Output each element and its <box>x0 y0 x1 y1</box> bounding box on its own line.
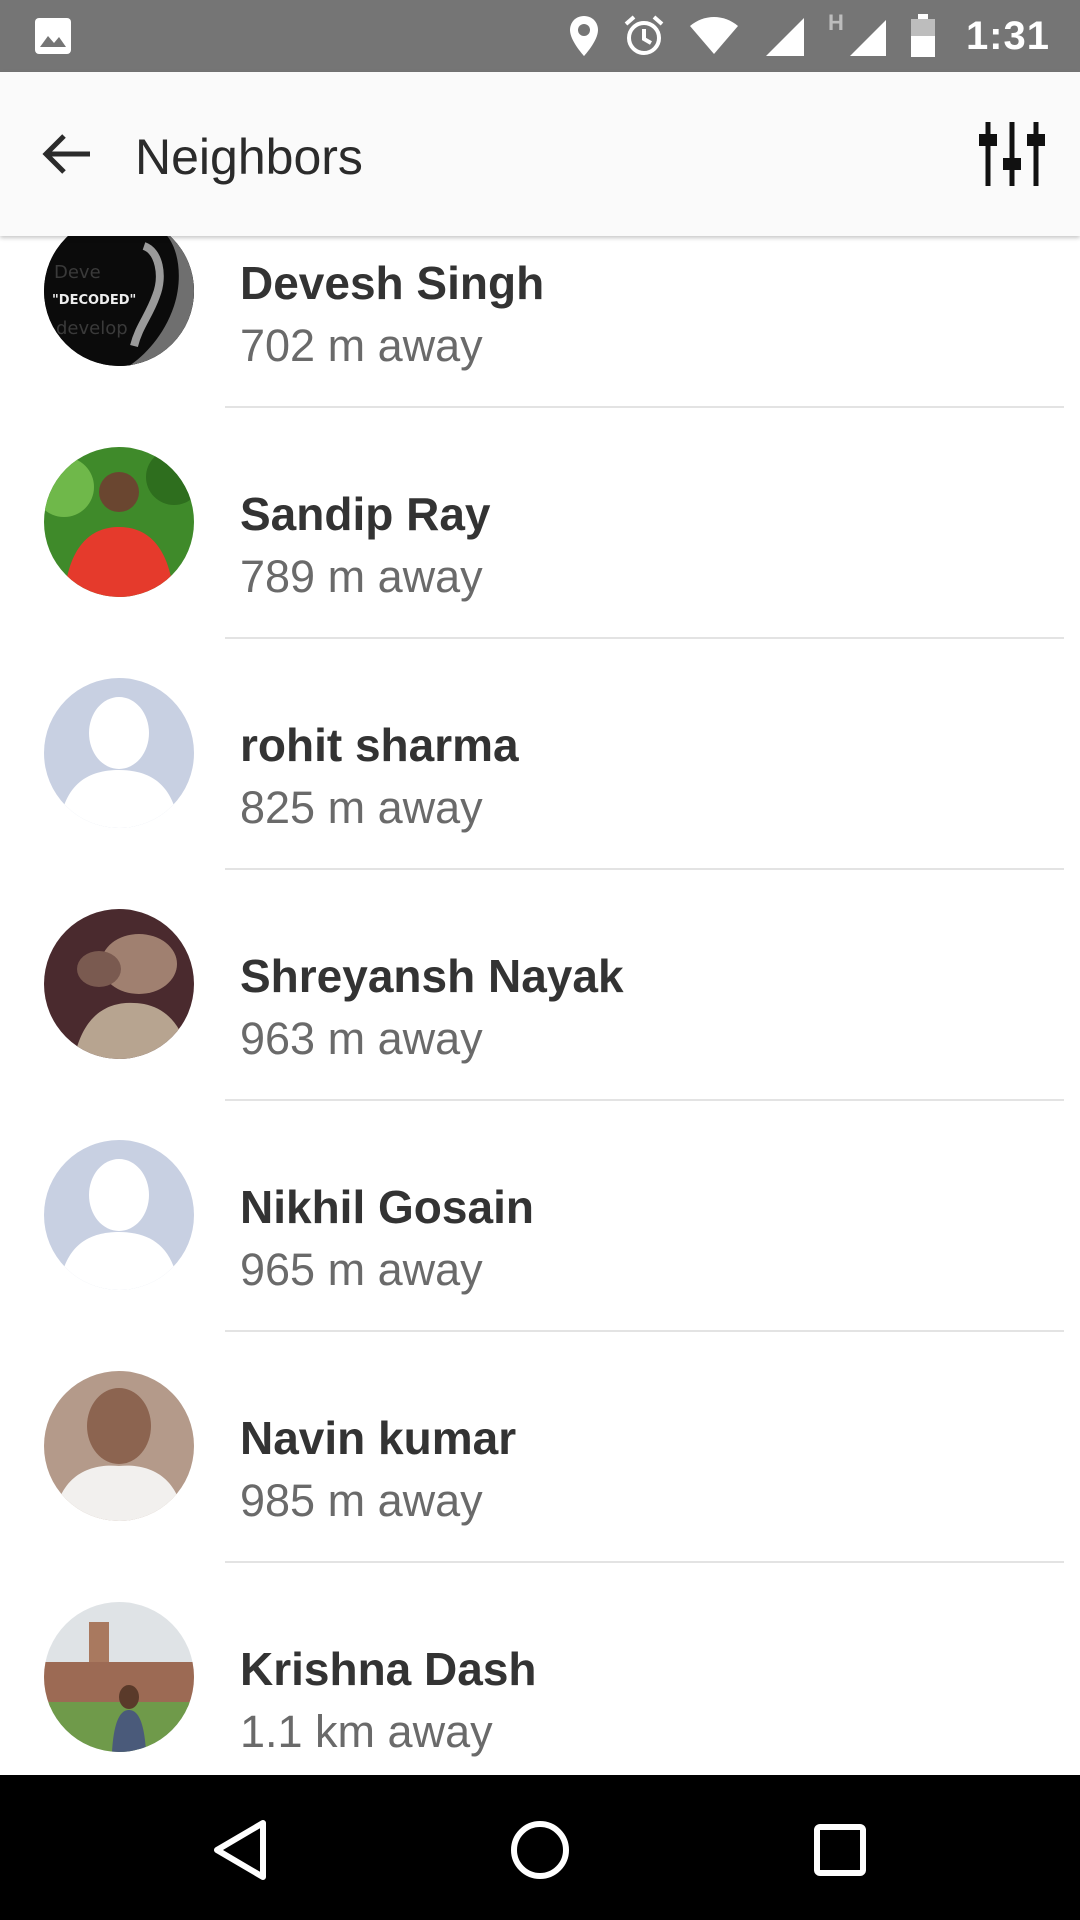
avatar-placeholder <box>44 1140 194 1290</box>
avatar <box>44 909 194 1059</box>
location-icon <box>569 16 598 56</box>
divider <box>225 868 1064 870</box>
clock: 1:31 <box>965 13 1050 58</box>
page-title: Neighbors <box>135 129 363 185</box>
list-item[interactable]: "DECODED" Deve develop Devesh Singh 702 … <box>0 236 1080 437</box>
avatar <box>44 1602 194 1752</box>
sliders-icon[interactable] <box>972 114 1052 194</box>
neighbor-distance: 702 m away <box>240 320 483 371</box>
wifi-icon <box>689 17 738 54</box>
alarm-icon <box>624 15 664 55</box>
avatar: "DECODED" Deve develop <box>44 236 194 366</box>
divider <box>225 637 1064 639</box>
neighbor-name: rohit sharma <box>240 719 519 771</box>
avatar <box>44 1371 194 1521</box>
neighbor-name: Shreyansh Nayak <box>240 950 624 1002</box>
neighbor-distance: 965 m away <box>240 1244 483 1295</box>
neighbor-name: Sandip Ray <box>240 488 491 540</box>
divider <box>225 1330 1064 1332</box>
neighbor-name: Nikhil Gosain <box>240 1181 534 1233</box>
status-bar: H 1:31 <box>0 0 1080 72</box>
signal-icon-2 <box>849 20 886 56</box>
list-item[interactable]: Navin kumar 985 m away <box>0 1361 1080 1592</box>
navigation-bar <box>0 1775 1080 1920</box>
svg-text:Deve: Deve <box>54 262 101 283</box>
mobile-signal-indicator: H <box>828 10 888 58</box>
signal-icon <box>765 18 804 56</box>
list-item[interactable]: Nikhil Gosain 965 m away <box>0 1130 1080 1361</box>
neighbor-distance: 985 m away <box>240 1475 483 1526</box>
home-circle-icon[interactable] <box>495 1805 585 1895</box>
battery-icon <box>910 14 935 57</box>
neighbor-name: Navin kumar <box>240 1412 517 1464</box>
recents-square-icon[interactable] <box>795 1805 885 1895</box>
divider <box>225 1099 1064 1101</box>
avatar <box>44 447 194 597</box>
divider <box>225 1561 1064 1563</box>
network-type-label: H <box>827 10 844 35</box>
neighbor-distance: 963 m away <box>240 1013 483 1064</box>
neighbor-distance: 789 m away <box>240 551 483 602</box>
neighbor-distance: 1.1 km away <box>240 1706 493 1757</box>
list-item[interactable]: Krishna Dash 1.1 km away <box>0 1592 1080 1775</box>
neighbors-list[interactable]: "DECODED" Deve develop Devesh Singh 702 … <box>0 236 1080 1775</box>
list-item[interactable]: Shreyansh Nayak 963 m away <box>0 899 1080 1130</box>
avatar-text: "DECODED" <box>52 293 136 308</box>
svg-text:develop: develop <box>56 318 128 339</box>
back-triangle-icon[interactable] <box>195 1805 285 1895</box>
image-icon <box>35 18 71 54</box>
avatar-placeholder <box>44 678 194 828</box>
divider <box>225 406 1064 408</box>
neighbor-name: Devesh Singh <box>240 257 545 309</box>
neighbor-name: Krishna Dash <box>240 1643 537 1695</box>
arrow-back-icon[interactable] <box>36 124 96 184</box>
list-item[interactable]: Sandip Ray 789 m away <box>0 437 1080 668</box>
list-item[interactable]: rohit sharma 825 m away <box>0 668 1080 899</box>
neighbor-distance: 825 m away <box>240 782 483 833</box>
app-bar: Neighbors <box>0 72 1080 236</box>
